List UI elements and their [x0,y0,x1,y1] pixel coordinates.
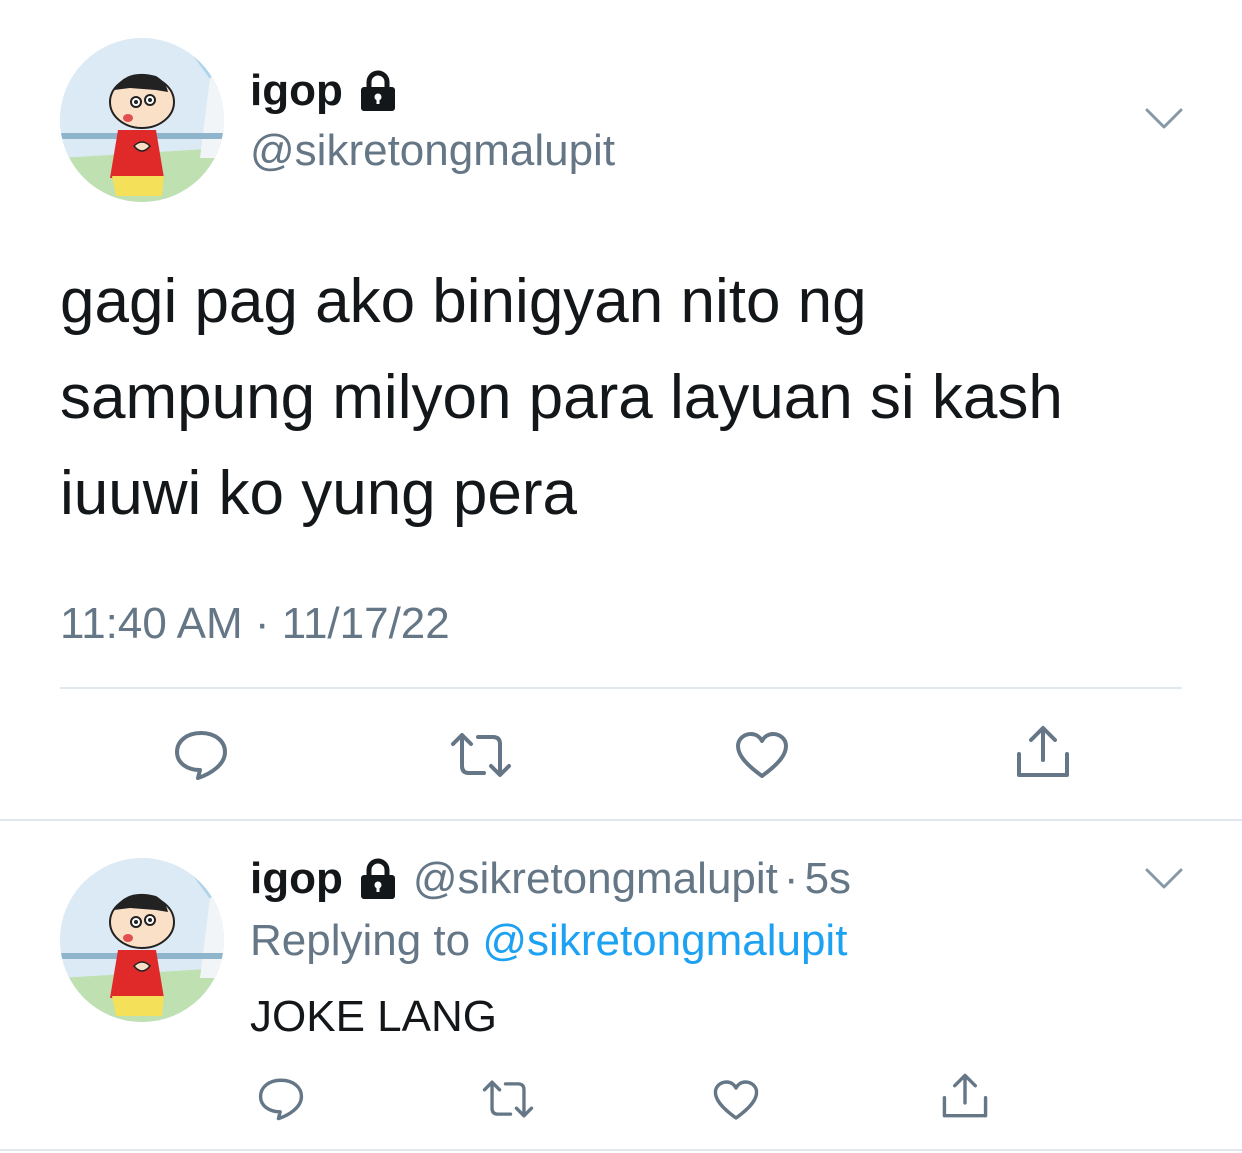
like-icon [736,732,788,778]
reply-header: igop @sikretongmalupit · 5s [250,852,851,906]
display-name[interactable]: igop [250,852,343,906]
cartoon-avatar-icon [60,38,224,202]
reply-button[interactable] [256,1076,306,1122]
tweet-text: gagi pag ako binigyan nito ng sampung mi… [60,267,1063,528]
reply-icon [258,1078,304,1121]
tweet-text: JOKE LANG [250,992,497,1041]
display-name-row: igop [250,64,401,118]
share-icon [942,1073,988,1118]
replying-prefix: Replying to [250,916,471,965]
lock-icon [355,68,401,114]
tweet-time[interactable]: 5s [805,852,851,906]
reply-button[interactable] [172,728,230,782]
like-button[interactable] [712,1078,760,1122]
divider [0,819,1242,821]
lock-icon [355,856,401,902]
like-icon [713,1080,759,1120]
display-name[interactable]: igop [250,64,343,118]
retweet-button[interactable] [448,730,514,780]
divider [0,1149,1242,1151]
retweet-icon [482,1080,534,1118]
separator: · [783,854,799,903]
retweet-button[interactable] [480,1078,536,1120]
mention-link[interactable]: @sikretongmalupit [482,916,847,965]
reply-icon [175,731,227,780]
like-button[interactable] [734,730,790,780]
retweet-icon [451,733,511,777]
chevron-down-icon[interactable] [1144,106,1184,132]
divider [60,687,1182,689]
avatar[interactable] [60,38,224,202]
share-button[interactable] [940,1072,990,1120]
tweet-timestamp[interactable]: 11:40 AM · 11/17/22 [60,596,450,652]
user-handle[interactable]: @sikretongmalupit [413,852,778,906]
avatar[interactable] [60,858,224,1022]
cartoon-avatar-icon [60,858,224,1022]
share-icon [1017,726,1069,777]
replying-to: Replying to @sikretongmalupit [250,914,847,968]
chevron-down-icon[interactable] [1144,866,1184,892]
user-handle[interactable]: @sikretongmalupit [250,124,615,178]
share-button[interactable] [1014,724,1072,780]
